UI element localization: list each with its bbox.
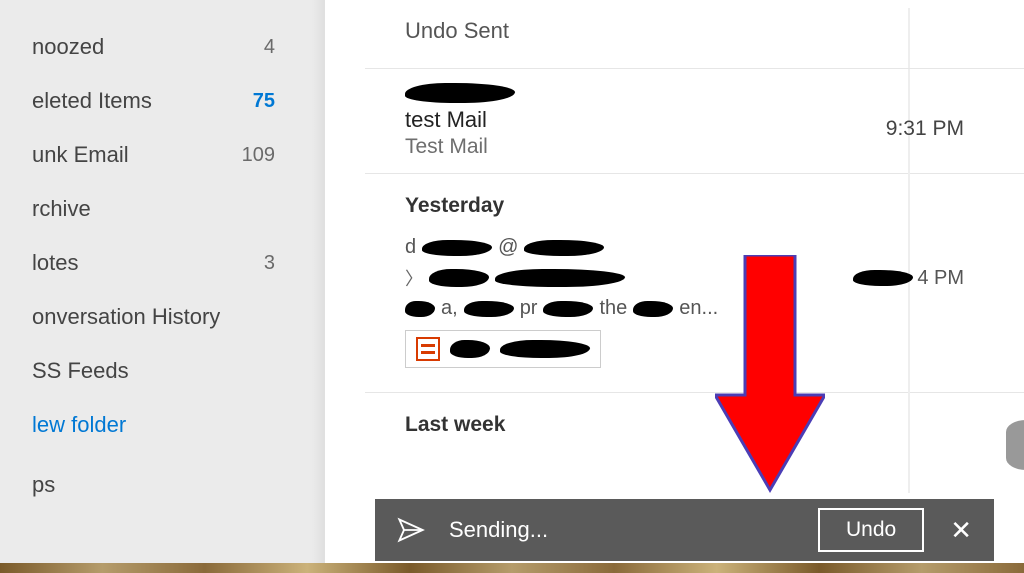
new-folder-label: lew folder (32, 412, 126, 438)
email-list-item[interactable]: d @ 〉 4 PM a, pr the (365, 228, 1024, 382)
section-header-yesterday: Yesterday (365, 173, 1024, 228)
sidebar-item-count: 75 (253, 90, 275, 113)
sidebar-item-count: 109 (242, 144, 275, 167)
pdf-icon (416, 337, 440, 361)
annotation-arrow-icon (715, 255, 825, 495)
redacted-text (853, 270, 913, 286)
message-list: Undo Sent test Mail Test Mail 9:31 PM Ye… (325, 0, 1024, 573)
undo-button[interactable]: Undo (818, 508, 924, 552)
taskbar-strip (0, 563, 1024, 573)
sidebar-item-label: ps (32, 472, 55, 498)
sidebar-item-deleted[interactable]: eleted Items 75 (0, 74, 325, 128)
redacted-text (543, 301, 593, 317)
sidebar-item-label: rchive (32, 196, 91, 222)
section-header-lastweek: Last week (365, 392, 1024, 447)
redacted-text (500, 340, 590, 358)
sidebar-item-rss-feeds[interactable]: SS Feeds (0, 344, 325, 398)
sidebar-item-conversation-history[interactable]: onversation History (0, 290, 325, 344)
sidebar-item-snoozed[interactable]: noozed 4 (0, 20, 325, 74)
email-time-partial: 4 PM (853, 267, 964, 290)
sidebar-item-label: onversation History (32, 304, 220, 330)
undo-sent-header: Undo Sent (365, 10, 1024, 68)
attachment-chip[interactable] (405, 330, 601, 368)
sidebar-item-label: eleted Items (32, 88, 152, 114)
redacted-sender (405, 83, 515, 103)
redacted-text (495, 269, 625, 287)
sidebar-item-label: lotes (32, 250, 78, 276)
folder-sidebar: noozed 4 eleted Items 75 unk Email 109 r… (0, 0, 325, 573)
sidebar-truncated-item[interactable]: ps (0, 452, 325, 512)
sidebar-item-count: 4 (264, 36, 275, 59)
sidebar-item-archive[interactable]: rchive (0, 182, 325, 236)
sidebar-item-count: 3 (264, 252, 275, 275)
sidebar-item-notes[interactable]: lotes 3 (0, 236, 325, 290)
sidebar-item-junk[interactable]: unk Email 109 (0, 128, 325, 182)
expand-chevron-icon[interactable]: 〉 (405, 265, 423, 291)
sidebar-item-label: SS Feeds (32, 358, 129, 384)
redacted-text (450, 340, 490, 358)
close-icon[interactable]: ✕ (942, 511, 980, 550)
new-folder-link[interactable]: lew folder (0, 398, 325, 452)
send-icon (397, 516, 425, 544)
sending-toast: Sending... Undo ✕ (375, 499, 994, 561)
sending-label: Sending... (449, 517, 818, 543)
redacted-text (429, 269, 489, 287)
avatar-edge (1006, 420, 1024, 470)
redacted-text (422, 240, 492, 256)
redacted-text (524, 240, 604, 256)
sidebar-item-label: unk Email (32, 142, 129, 168)
email-time: 9:31 PM (886, 117, 964, 141)
redacted-text (633, 301, 673, 317)
email-list-item[interactable]: test Mail Test Mail 9:31 PM (365, 68, 1024, 173)
redacted-text (405, 301, 435, 317)
redacted-text (464, 301, 514, 317)
sidebar-item-label: noozed (32, 34, 104, 60)
